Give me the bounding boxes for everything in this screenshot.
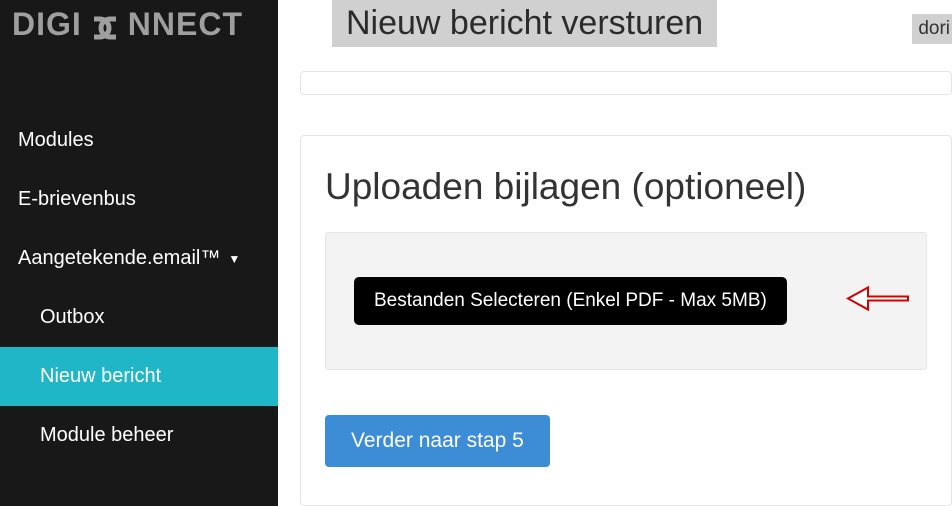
upload-panel: Uploaden bijlagen (optioneel) Bestanden … xyxy=(300,135,952,506)
main-area: Nieuw bericht versturen dori Uploaden bi… xyxy=(278,0,952,506)
arrow-annotation-icon xyxy=(846,284,910,319)
nav: Modules E-brievenbus Aangetekende.email™… xyxy=(0,111,278,465)
select-files-button[interactable]: Bestanden Selecteren (Enkel PDF - Max 5M… xyxy=(354,277,787,325)
sidebar-item-aangetekende[interactable]: Aangetekende.email™ ▼ xyxy=(0,229,278,288)
page-title: Nieuw bericht versturen xyxy=(332,0,717,47)
user-chip[interactable]: dori xyxy=(912,14,952,44)
sidebar-item-label: Outbox xyxy=(40,306,104,329)
sidebar-item-label: Modules xyxy=(18,129,94,152)
sidebar-item-modules[interactable]: Modules xyxy=(0,111,278,170)
sidebar-item-nieuw-bericht[interactable]: Nieuw bericht xyxy=(0,347,278,406)
brand-suffix: NNECT xyxy=(128,6,243,43)
upload-heading: Uploaden bijlagen (optioneel) xyxy=(325,166,927,208)
sidebar: DIGI NNECT Modules E-brievenbus Aangetek… xyxy=(0,0,278,506)
file-dropzone[interactable]: Bestanden Selecteren (Enkel PDF - Max 5M… xyxy=(325,232,927,370)
link-icon xyxy=(80,12,130,38)
previous-step-panel xyxy=(300,71,952,95)
sidebar-item-label: E-brievenbus xyxy=(18,188,136,211)
sidebar-item-outbox[interactable]: Outbox xyxy=(0,288,278,347)
sidebar-item-label: Aangetekende.email™ xyxy=(18,247,220,270)
sidebar-item-label: Module beheer xyxy=(40,424,173,447)
sidebar-item-module-beheer[interactable]: Module beheer xyxy=(0,406,278,465)
brand-logo: DIGI NNECT xyxy=(0,0,278,51)
next-step-button[interactable]: Verder naar stap 5 xyxy=(325,415,550,467)
sidebar-item-label: Nieuw bericht xyxy=(40,365,161,388)
sidebar-item-ebrievenbus[interactable]: E-brievenbus xyxy=(0,170,278,229)
chevron-down-icon: ▼ xyxy=(228,252,240,266)
brand-prefix: DIGI xyxy=(12,6,82,43)
